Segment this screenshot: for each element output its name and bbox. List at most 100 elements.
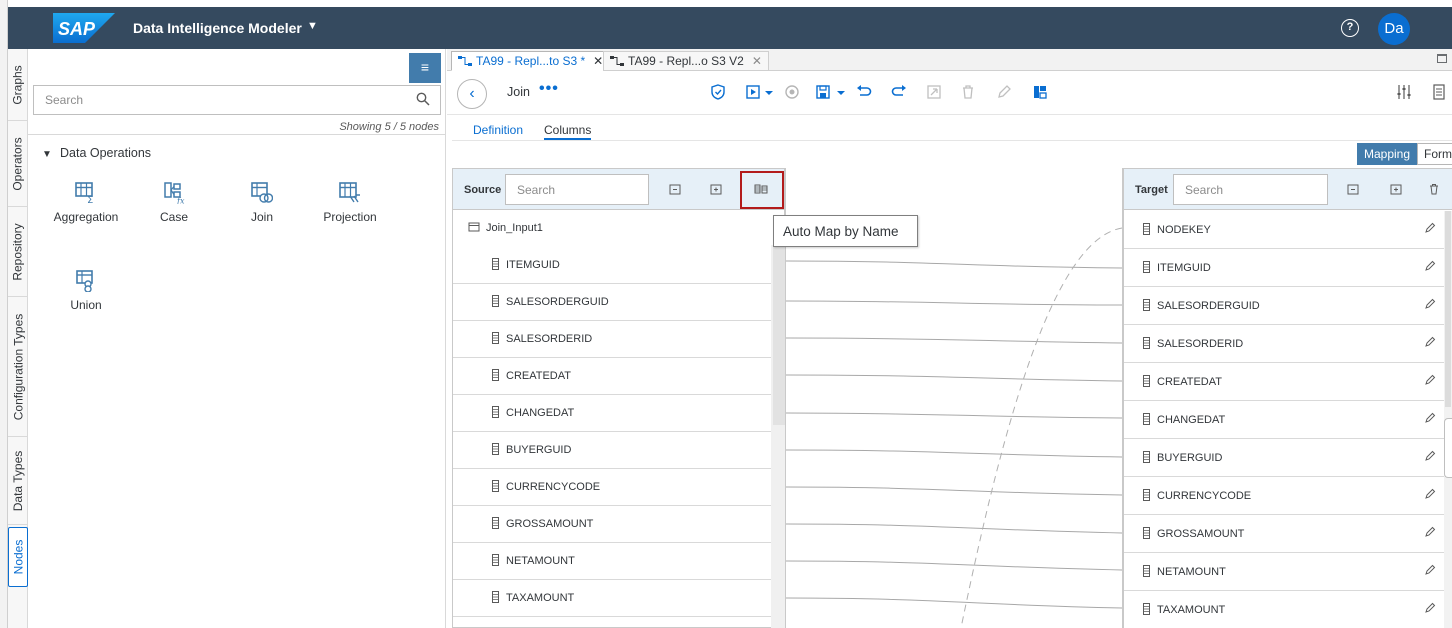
mapping-line — [786, 300, 1122, 306]
editor-tab-1[interactable]: TA99 - Repl...to S3 * ✕ — [451, 51, 611, 71]
stop-icon[interactable] — [783, 83, 801, 101]
target-column-row[interactable]: SALESORDERID — [1124, 325, 1444, 363]
edit-pencil-icon[interactable] — [1424, 564, 1436, 576]
collapse-all-icon[interactable] — [1346, 182, 1360, 196]
vtab-configuration-types[interactable]: Configuration Types — [8, 297, 28, 437]
auto-layout-icon[interactable] — [925, 83, 943, 101]
vtab-data-types[interactable]: Data Types — [8, 437, 28, 525]
app-menu-caret-icon[interactable]: ▼ — [307, 20, 318, 32]
target-column-row[interactable]: NODEKEY — [1124, 211, 1444, 249]
vtab-nodes[interactable]: Nodes — [8, 527, 28, 587]
edit-pencil-icon[interactable] — [1424, 488, 1436, 500]
source-search-input[interactable] — [506, 175, 648, 204]
edit-pencil-icon[interactable] — [1424, 298, 1436, 310]
edit-pencil-icon[interactable] — [1424, 450, 1436, 462]
source-root-node[interactable]: Join_Input1 — [453, 211, 771, 245]
vtab-repository[interactable]: Repository — [8, 207, 28, 297]
delete-icon[interactable] — [1427, 182, 1441, 196]
target-search-input[interactable] — [1174, 175, 1327, 204]
more-options-icon[interactable]: ••• — [539, 80, 559, 98]
source-scrollbar-thumb[interactable] — [773, 245, 785, 425]
operator-union[interactable]: Union — [46, 270, 126, 312]
target-column-row[interactable]: CREATEDAT — [1124, 363, 1444, 401]
target-column-row[interactable]: TAXAMOUNT — [1124, 591, 1444, 628]
edit-pencil-icon[interactable] — [1424, 412, 1436, 424]
editor-tab-2[interactable]: TA99 - Repl...o S3 V2 ✕ — [603, 51, 769, 71]
source-column-row[interactable]: GROSSAMOUNT — [453, 506, 771, 543]
app-title[interactable]: Data Intelligence Modeler — [133, 20, 302, 36]
close-icon[interactable]: ✕ — [752, 54, 762, 68]
run-icon[interactable] — [745, 83, 775, 101]
target-column-row[interactable]: NETAMOUNT — [1124, 553, 1444, 591]
edit-pencil-icon[interactable] — [1424, 374, 1436, 386]
delete-icon[interactable] — [959, 83, 977, 101]
mapping-line — [786, 374, 1122, 382]
source-column-row[interactable]: CURRENCYCODE — [453, 469, 771, 506]
close-icon[interactable]: ✕ — [593, 54, 603, 68]
target-column-row[interactable]: BUYERGUID — [1124, 439, 1444, 477]
nodes-search-input[interactable] — [34, 86, 404, 114]
maximize-icon[interactable] — [1437, 54, 1447, 63]
form-toggle-button[interactable]: Form — [1417, 143, 1452, 165]
column-icon — [1143, 603, 1150, 615]
nodes-search — [33, 85, 441, 115]
target-column-row[interactable]: CURRENCYCODE — [1124, 477, 1444, 515]
auto-map-button[interactable] — [740, 171, 784, 209]
target-column-row[interactable]: CHANGEDAT — [1124, 401, 1444, 439]
save-icon[interactable] — [815, 83, 847, 101]
edit-icon[interactable] — [995, 83, 1013, 101]
help-icon[interactable]: ? — [1341, 19, 1359, 37]
document-icon[interactable] — [1430, 83, 1448, 101]
source-column-row[interactable]: CREATEDAT — [453, 358, 771, 395]
settings-sliders-icon[interactable] — [1395, 83, 1413, 101]
tab-columns[interactable]: Columns — [544, 123, 592, 140]
user-avatar[interactable]: Da — [1378, 13, 1410, 45]
edit-pencil-icon[interactable] — [1424, 222, 1436, 234]
layout-icon[interactable] — [1031, 83, 1049, 101]
mapping-line — [786, 260, 1122, 269]
tab-definition[interactable]: Definition — [473, 123, 523, 137]
auto-map-tooltip: Auto Map by Name — [773, 215, 918, 247]
redo-icon[interactable] — [890, 83, 908, 101]
expand-all-icon[interactable] — [709, 182, 723, 196]
collapse-all-icon[interactable] — [668, 182, 682, 196]
panel-menu-button[interactable]: ≡ — [409, 53, 441, 83]
edit-pencil-icon[interactable] — [1424, 526, 1436, 538]
edit-pencil-icon[interactable] — [1424, 602, 1436, 614]
target-column-row[interactable]: ITEMGUID — [1124, 249, 1444, 287]
edit-pencil-icon[interactable] — [1424, 260, 1436, 272]
divider — [452, 140, 1452, 141]
operator-case[interactable]: fx Case — [134, 182, 214, 224]
source-column-row[interactable]: CHANGEDAT — [453, 395, 771, 432]
source-column-row[interactable]: SALESORDERID — [453, 321, 771, 358]
undo-icon[interactable] — [855, 83, 873, 101]
column-name: CREATEDAT — [506, 370, 571, 382]
vtab-operators[interactable]: Operators — [8, 121, 28, 207]
target-scrollbar-thumb[interactable] — [1445, 211, 1451, 407]
vtab-graphs[interactable]: Graphs — [8, 49, 28, 121]
back-button[interactable]: ‹ — [457, 79, 487, 109]
source-column-row[interactable]: NETAMOUNT — [453, 543, 771, 580]
operator-label: Union — [70, 298, 102, 312]
operator-projection[interactable]: Projection — [310, 182, 390, 224]
source-column-row[interactable]: ITEMGUID — [453, 247, 771, 284]
side-panel-handle[interactable] — [1444, 418, 1452, 478]
expand-all-icon[interactable] — [1389, 182, 1403, 196]
validate-icon[interactable] — [709, 83, 727, 101]
editor-tab-strip: TA99 - Repl...to S3 * ✕ TA99 - Repl...o S… — [447, 49, 1452, 71]
source-column-row[interactable]: SALESORDERGUID — [453, 284, 771, 321]
group-data-operations[interactable]: ▼ Data Operations — [42, 146, 151, 160]
mapping-line — [786, 597, 1122, 609]
column-name: TAXAMOUNT — [506, 592, 575, 604]
search-icon[interactable] — [416, 92, 430, 106]
vtab-label: Configuration Types — [11, 313, 26, 420]
operator-aggregation[interactable]: Σ Aggregation — [46, 182, 126, 224]
edit-pencil-icon[interactable] — [1424, 336, 1436, 348]
projection-icon — [339, 182, 360, 203]
operator-join[interactable]: Join — [222, 182, 302, 224]
mapping-toggle-button[interactable]: Mapping — [1357, 143, 1418, 165]
target-column-row[interactable]: SALESORDERGUID — [1124, 287, 1444, 325]
source-column-row[interactable]: TAXAMOUNT — [453, 580, 771, 617]
target-column-row[interactable]: GROSSAMOUNT — [1124, 515, 1444, 553]
source-column-row[interactable]: BUYERGUID — [453, 432, 771, 469]
